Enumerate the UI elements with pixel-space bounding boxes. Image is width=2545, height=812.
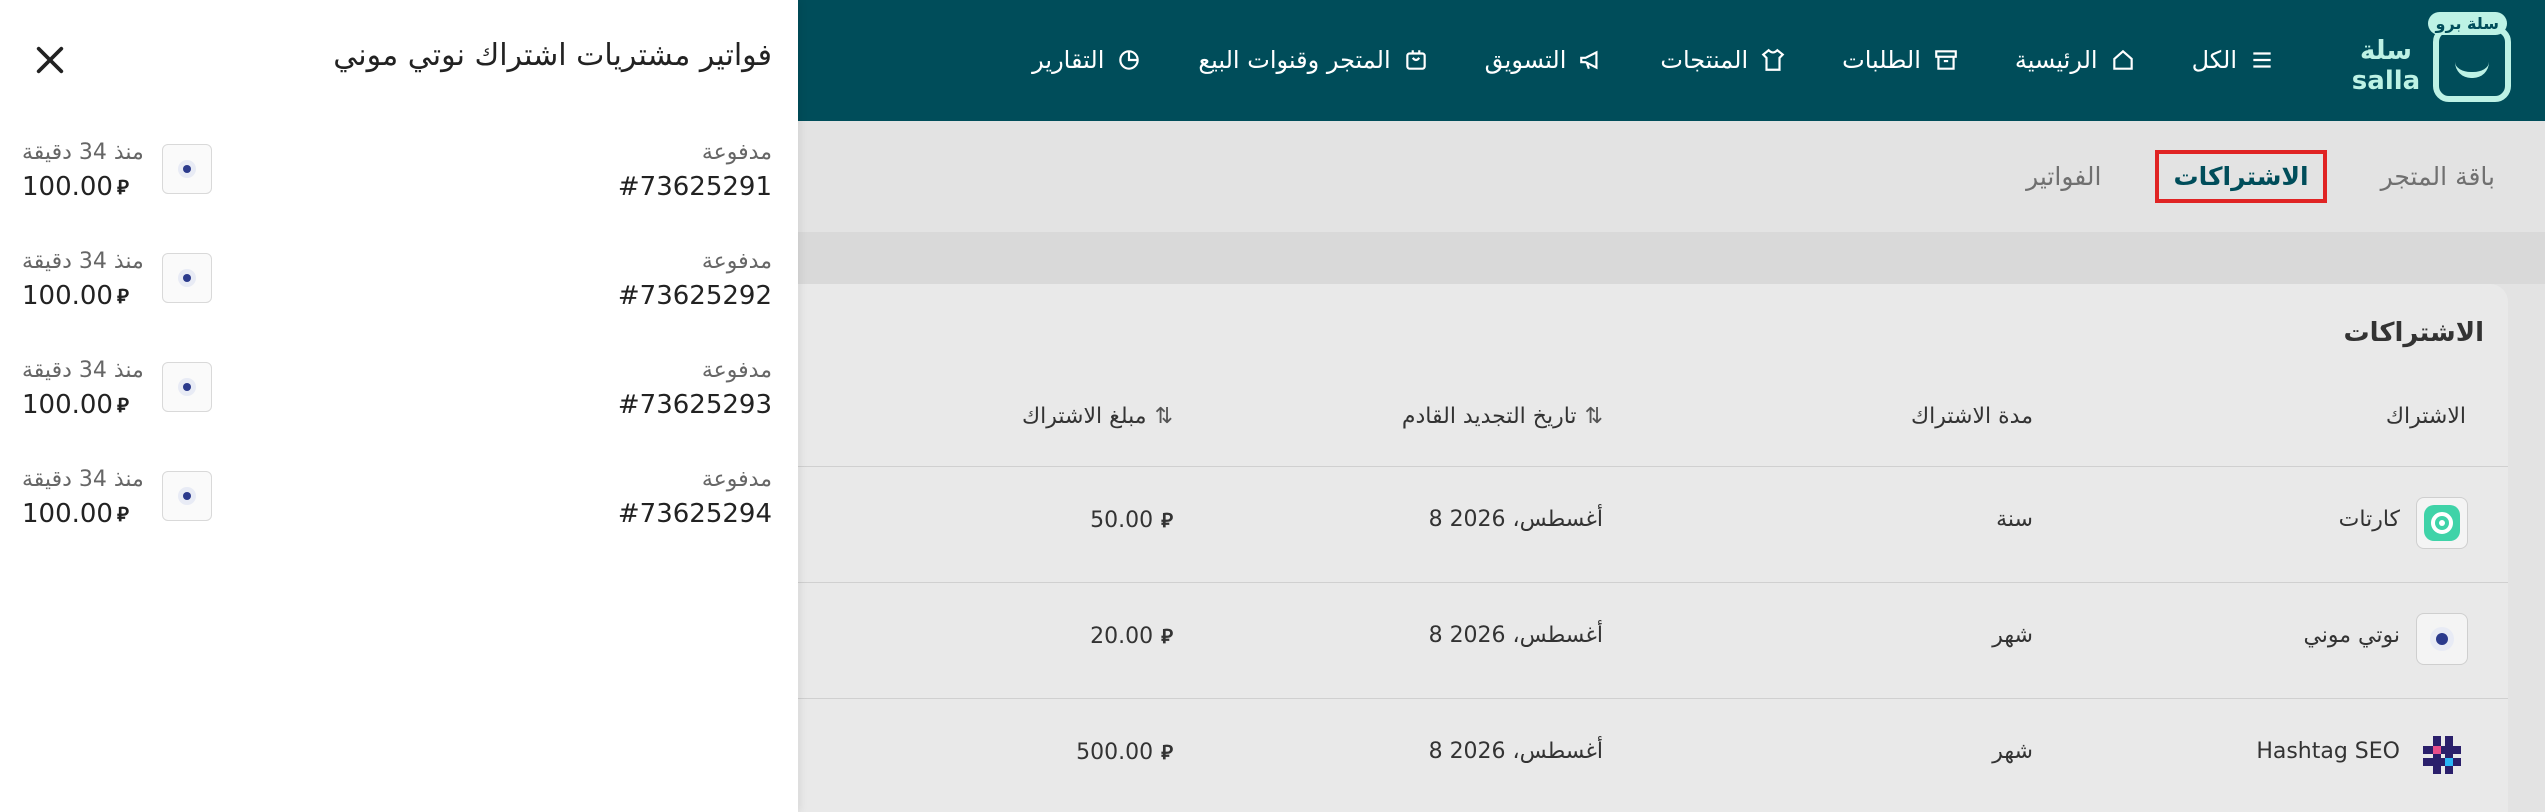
notty-money-app-icon <box>162 362 212 412</box>
col-amount[interactable]: مبلغ الاشتراك ⇅ <box>1022 404 1173 429</box>
col-duration: مدة الاشتراك <box>1911 404 2033 429</box>
notty-money-app-icon <box>162 144 212 194</box>
subscription-duration: شهر <box>1992 623 2033 648</box>
nav-item-label: المنتجات <box>1660 46 1749 74</box>
nav-item-products[interactable]: المنتجات <box>1660 46 1786 74</box>
invoice-amount: 100.00 ⃁ <box>22 390 129 420</box>
sort-icon[interactable]: ⇅ <box>1155 404 1173 429</box>
invoice-status: مدفوعة <box>701 358 772 383</box>
subscription-duration: شهر <box>1992 739 2033 764</box>
nav-item-label: المتجر وقنوات البيع <box>1198 46 1391 74</box>
invoice-status: مدفوعة <box>701 467 772 492</box>
table-row[interactable]: Hashtag SEO شهر 8 أغسطس، 2026 500.00 ⃁ <box>798 698 2508 812</box>
table-header: الاشتراك مدة الاشتراك تاريخ التجديد القا… <box>798 404 2508 448</box>
salla-wordmark: سلة salla <box>2351 36 2421 96</box>
invoice-number: #73625294 <box>617 499 772 529</box>
archive-box-icon <box>1933 47 1959 73</box>
invoice-status: مدفوعة <box>701 249 772 274</box>
home-icon <box>2110 47 2136 73</box>
invoice-time: منذ 34 دقيقة <box>22 358 144 383</box>
salla-logo[interactable]: سلة salla سلة برو <box>2351 12 2511 104</box>
nav-item-marketing[interactable]: التسويق <box>1485 46 1605 74</box>
page-tabs: باقة المتجر الاشتراكات الفواتير <box>2012 146 2509 206</box>
main-nav: الكل الرئيسية الطلبات المنتجات التسويق ا… <box>1032 40 2275 80</box>
notty-money-app-icon <box>162 253 212 303</box>
megaphone-icon <box>1578 47 1604 73</box>
invoice-amount: 100.00 ⃁ <box>22 281 129 311</box>
kartat-app-icon <box>2416 497 2468 549</box>
nav-item-home[interactable]: الرئيسية <box>2015 46 2136 74</box>
store-icon <box>1403 47 1429 73</box>
col-renewal[interactable]: تاريخ التجديد القادم ⇅ <box>1402 404 1603 429</box>
col-subscription: الاشتراك <box>2385 404 2466 429</box>
shirt-icon <box>1760 47 1786 73</box>
nav-item-reports[interactable]: التقارير <box>1032 46 1142 74</box>
table-row[interactable]: كارتات سنة 8 أغسطس، 2026 50.00 ⃁ <box>798 466 2508 582</box>
invoice-status: مدفوعة <box>701 140 772 165</box>
close-icon <box>36 46 64 74</box>
riyal-icon: ⃁ <box>1161 624 1173 648</box>
table-row[interactable]: نوتي موني شهر 8 أغسطس، 2026 20.00 ⃁ <box>798 582 2508 698</box>
invoice-number: #73625291 <box>617 172 772 202</box>
card-title: الاشتراكات <box>2343 318 2484 348</box>
tab-invoices[interactable]: الفواتير <box>2012 152 2115 201</box>
renewal-date: 8 أغسطس، 2026 <box>1428 507 1603 532</box>
subscription-amount: 500.00 ⃁ <box>1076 739 1173 765</box>
invoice-amount: 100.00 ⃁ <box>22 499 129 529</box>
invoice-time: منذ 34 دقيقة <box>22 467 144 492</box>
drawer-title: فواتير مشتريات اشتراك نوتي موني <box>333 38 772 73</box>
invoice-item[interactable]: مدفوعة #73625292 منذ 34 دقيقة 100.00 ⃁ <box>0 249 798 357</box>
section-divider <box>798 232 2545 284</box>
nav-item-orders[interactable]: الطلبات <box>1842 46 1959 74</box>
riyal-icon: ⃁ <box>116 284 129 308</box>
subscription-duration: سنة <box>1996 507 2033 532</box>
tab-store-package[interactable]: باقة المتجر <box>2367 152 2509 201</box>
invoice-item[interactable]: مدفوعة #73625294 منذ 34 دقيقة 100.00 ⃁ <box>0 467 798 575</box>
invoice-time: منذ 34 دقيقة <box>22 249 144 274</box>
nav-item-label: الكل <box>2191 46 2237 74</box>
subscriptions-card: الاشتراكات الاشتراك مدة الاشتراك تاريخ ا… <box>798 284 2508 812</box>
invoice-item[interactable]: مدفوعة #73625291 منذ 34 دقيقة 100.00 ⃁ <box>0 140 798 248</box>
subscription-name: نوتي موني <box>2303 623 2400 648</box>
riyal-icon: ⃁ <box>1161 740 1173 764</box>
invoice-time: منذ 34 دقيقة <box>22 140 144 165</box>
riyal-icon: ⃁ <box>116 502 129 526</box>
nav-item-label: التقارير <box>1032 46 1105 74</box>
notty-money-app-icon <box>2416 613 2468 665</box>
top-navigation-bar: سلة salla سلة برو الكل الرئيسية الطلبات … <box>798 0 2545 121</box>
invoice-amount: 100.00 ⃁ <box>22 172 129 202</box>
riyal-icon: ⃁ <box>116 175 129 199</box>
close-button[interactable] <box>28 38 72 82</box>
hashtag-seo-app-icon <box>2416 729 2468 781</box>
sort-icon[interactable]: ⇅ <box>1585 404 1603 429</box>
renewal-date: 8 أغسطس، 2026 <box>1428 739 1603 764</box>
renewal-date: 8 أغسطس، 2026 <box>1428 623 1603 648</box>
invoice-item[interactable]: مدفوعة #73625293 منذ 34 دقيقة 100.00 ⃁ <box>0 358 798 466</box>
nav-item-label: الرئيسية <box>2014 46 2098 74</box>
nav-item-label: الطلبات <box>1842 46 1921 74</box>
pro-badge: سلة برو <box>2427 12 2507 35</box>
nav-item-all[interactable]: الكل <box>2192 46 2275 74</box>
invoices-drawer: فواتير مشتريات اشتراك نوتي موني مدفوعة #… <box>0 0 798 812</box>
subscription-name: Hashtag SEO <box>2256 739 2400 764</box>
nav-item-label: التسويق <box>1484 46 1567 74</box>
tab-subscriptions[interactable]: الاشتراكات <box>2155 149 2327 203</box>
riyal-icon: ⃁ <box>1161 508 1173 532</box>
invoice-number: #73625292 <box>617 281 772 311</box>
subscription-amount: 20.00 ⃁ <box>1090 623 1173 649</box>
subscription-amount: 50.00 ⃁ <box>1090 507 1173 533</box>
invoice-number: #73625293 <box>617 390 772 420</box>
notty-money-app-icon <box>162 471 212 521</box>
subscription-name: كارتات <box>2338 507 2400 532</box>
riyal-icon: ⃁ <box>116 393 129 417</box>
menu-icon <box>2249 47 2275 73</box>
main-app: سلة salla سلة برو الكل الرئيسية الطلبات … <box>798 0 2545 812</box>
nav-item-store-channels[interactable]: المتجر وقنوات البيع <box>1198 46 1428 74</box>
pie-chart-icon <box>1116 47 1142 73</box>
salla-bag-icon <box>2433 26 2511 102</box>
